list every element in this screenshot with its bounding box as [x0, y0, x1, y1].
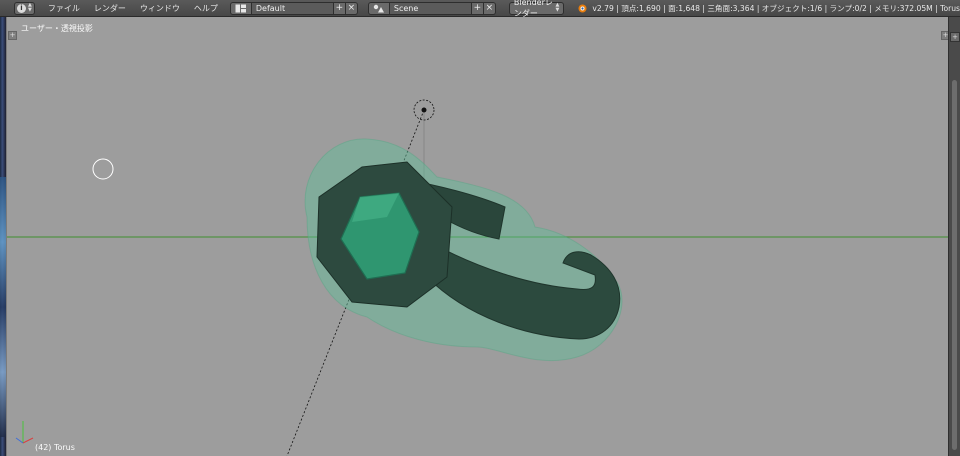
layout-icon[interactable] [229, 1, 252, 15]
menu-window[interactable]: ウィンドウ [140, 3, 180, 14]
scene-statistics: v2.79 | 頂点:1,690 | 面:1,648 | 三角面:3,364 |… [592, 3, 960, 13]
menu-render[interactable]: レンダー [94, 3, 126, 14]
view-axis-x [22, 437, 34, 444]
panel-expand-icon[interactable]: + [950, 32, 960, 42]
add-scene-button[interactable]: + [471, 1, 484, 15]
active-object-label: (42) Torus [35, 443, 75, 452]
scene-field[interactable]: Scene [389, 1, 472, 15]
up-down-arrows-icon: ▲ ▼ [555, 2, 560, 13]
menu-help[interactable]: ヘルプ [194, 3, 218, 14]
3d-viewport[interactable]: ユーザー・透視投影 + + (42) Torus [6, 17, 949, 456]
scene-render [7, 99, 949, 456]
scene-selector: Scene + × [367, 1, 496, 15]
scrollbar[interactable] [952, 80, 957, 450]
screen-layout-selector: Default + × [229, 1, 358, 15]
right-panel-edge: + [948, 17, 960, 456]
blender-window: i ▲ ▼ ファイル レンダー ウィンドウ ヘルプ Default + × Sc… [0, 0, 960, 456]
remove-screen-button[interactable]: × [345, 1, 358, 15]
info-header: i ▲ ▼ ファイル レンダー ウィンドウ ヘルプ Default + × Sc… [0, 0, 960, 18]
remove-scene-button[interactable]: × [483, 1, 496, 15]
blender-logo-icon [577, 3, 587, 13]
scene-icon[interactable] [367, 1, 390, 15]
menu-file[interactable]: ファイル [48, 3, 80, 14]
screen-layout-field[interactable]: Default [251, 1, 334, 15]
up-down-arrows-icon: ▲ ▼ [28, 2, 32, 13]
render-engine-selector[interactable]: Blenderレンダー ▲ ▼ [508, 0, 565, 18]
editor-type-selector[interactable]: i ▲ ▼ [14, 1, 35, 15]
view-axis-z [15, 437, 24, 444]
add-screen-button[interactable]: + [333, 1, 346, 15]
3d-cursor-icon [92, 158, 114, 180]
info-icon: i [17, 3, 26, 13]
